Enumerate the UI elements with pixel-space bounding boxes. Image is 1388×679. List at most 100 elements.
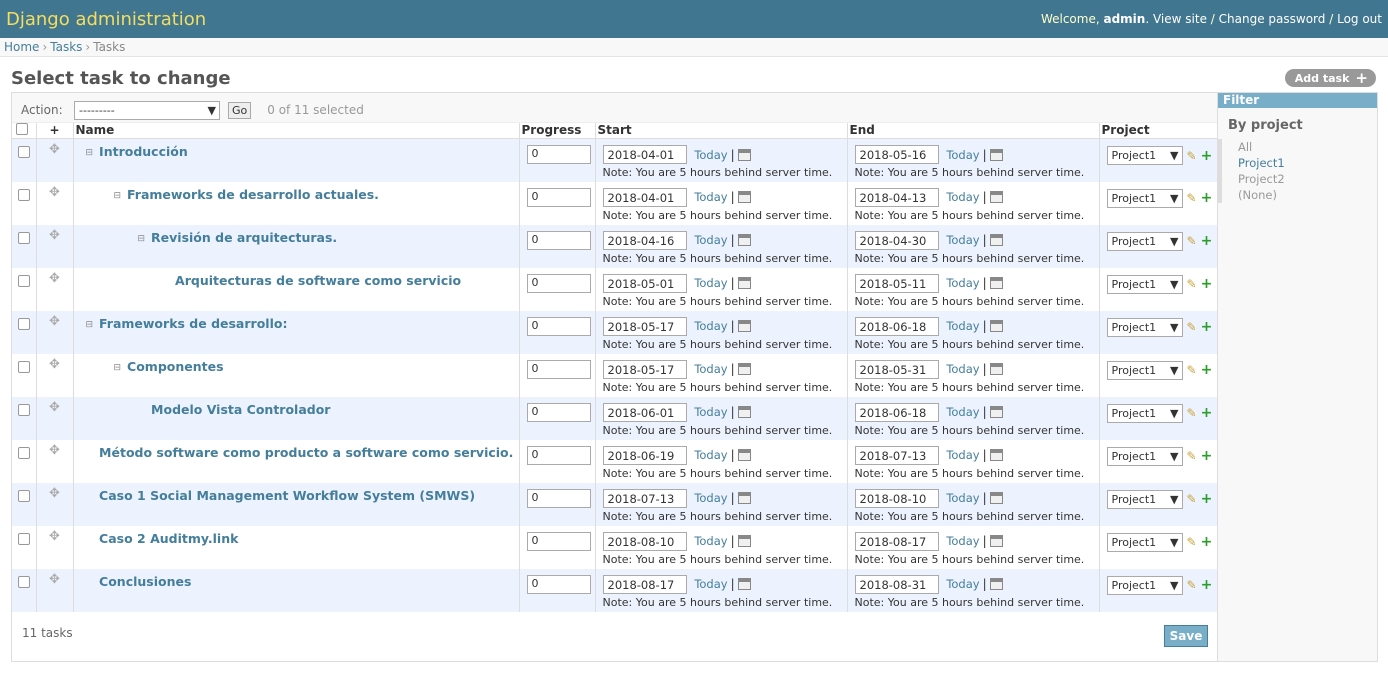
row-checkbox[interactable] — [18, 575, 30, 588]
today-link[interactable]: Today — [694, 405, 727, 419]
action-select[interactable]: --------- ▼ — [74, 100, 220, 120]
progress-input[interactable]: 0 — [526, 488, 591, 508]
row-checkbox[interactable] — [18, 446, 30, 459]
plus-icon[interactable]: + — [1201, 319, 1213, 335]
plus-icon[interactable]: + — [1201, 190, 1213, 206]
today-link[interactable]: Today — [946, 233, 979, 247]
pencil-icon[interactable]: ✎ — [1187, 277, 1197, 291]
project-select[interactable]: Project1 ▼ — [1106, 146, 1183, 165]
row-checkbox[interactable] — [18, 403, 30, 416]
calendar-icon[interactable] — [737, 277, 751, 289]
start-date-input[interactable]: 2018-04-01 — [602, 145, 687, 164]
move-icon[interactable]: ✥ — [39, 271, 71, 286]
today-link[interactable]: Today — [946, 448, 979, 462]
project-header[interactable]: Project — [1099, 123, 1219, 139]
calendar-icon[interactable] — [989, 535, 1003, 547]
filter-option[interactable]: Project1 — [1232, 155, 1377, 171]
calendar-icon[interactable] — [737, 535, 751, 547]
task-link[interactable]: Frameworks de desarrollo: — [99, 316, 287, 331]
row-checkbox[interactable] — [18, 274, 30, 287]
row-checkbox[interactable] — [18, 489, 30, 502]
calendar-icon[interactable] — [989, 406, 1003, 418]
end-date-input[interactable]: 2018-07-13 — [854, 445, 939, 465]
task-link[interactable]: Caso 2 Auditmy.link — [99, 531, 238, 546]
calendar-icon[interactable] — [989, 578, 1003, 590]
project-select[interactable]: Project1 ▼ — [1106, 231, 1183, 251]
end-date-input[interactable]: 2018-04-13 — [854, 187, 939, 207]
log-out-link[interactable]: Log out — [1337, 12, 1382, 26]
progress-input[interactable]: 0 — [526, 402, 591, 422]
calendar-icon[interactable] — [737, 191, 751, 203]
end-header[interactable]: End — [847, 123, 1100, 139]
plus-icon[interactable]: + — [1201, 148, 1213, 164]
plus-icon[interactable]: + — [1201, 448, 1213, 464]
progress-input[interactable]: 0 — [526, 316, 591, 336]
save-button[interactable]: Save — [1164, 625, 1208, 647]
move-icon[interactable]: ✥ — [39, 529, 71, 544]
calendar-icon[interactable] — [737, 320, 751, 332]
project-select[interactable]: Project1 ▼ — [1106, 274, 1183, 294]
start-date-input[interactable]: 2018-07-13 — [602, 488, 687, 508]
pencil-icon[interactable]: ✎ — [1187, 535, 1197, 549]
today-link[interactable]: Today — [694, 491, 727, 505]
select-all-checkbox[interactable] — [16, 123, 28, 135]
collapse-icon[interactable]: ⊟ — [86, 148, 94, 158]
progress-input[interactable]: 0 — [526, 359, 591, 379]
project-select[interactable]: Project1 ▼ — [1106, 532, 1183, 552]
calendar-icon[interactable] — [989, 492, 1003, 504]
today-link[interactable]: Today — [946, 577, 979, 591]
move-icon[interactable]: ✥ — [39, 486, 71, 501]
project-select[interactable]: Project1 ▼ — [1106, 575, 1183, 595]
plus-icon[interactable]: + — [1201, 362, 1213, 378]
progress-input[interactable]: 0 — [526, 574, 591, 594]
filter-option[interactable]: (None) — [1232, 187, 1377, 203]
project-select[interactable]: Project1 ▼ — [1106, 317, 1183, 337]
today-link[interactable]: Today — [946, 491, 979, 505]
task-link[interactable]: Método software como producto a software… — [99, 445, 513, 460]
filter-option[interactable]: Project2 — [1232, 171, 1377, 187]
start-header[interactable]: Start — [595, 123, 848, 139]
move-icon[interactable]: ✥ — [39, 142, 71, 157]
progress-input[interactable]: 0 — [526, 445, 591, 465]
site-brand[interactable]: Django administration — [6, 9, 206, 30]
calendar-icon[interactable] — [989, 320, 1003, 332]
start-date-input[interactable]: 2018-06-01 — [602, 402, 687, 422]
plus-icon[interactable]: + — [1201, 534, 1213, 550]
filter-option[interactable]: All — [1232, 139, 1377, 155]
collapse-icon[interactable]: ⊟ — [86, 320, 94, 330]
task-link[interactable]: Conclusiones — [99, 574, 191, 589]
today-link[interactable]: Today — [946, 276, 979, 290]
today-link[interactable]: Today — [694, 577, 727, 591]
row-checkbox[interactable] — [18, 317, 30, 330]
progress-input[interactable]: 0 — [526, 145, 591, 164]
project-select[interactable]: Project1 ▼ — [1106, 188, 1183, 208]
go-button[interactable]: Go — [228, 101, 252, 119]
name-header[interactable]: Name — [73, 123, 520, 139]
plus-icon[interactable]: + — [1201, 577, 1213, 593]
row-checkbox[interactable] — [18, 532, 30, 545]
end-date-input[interactable]: 2018-04-30 — [854, 230, 939, 250]
pencil-icon[interactable]: ✎ — [1187, 492, 1197, 506]
plus-icon[interactable]: + — [1201, 233, 1213, 249]
row-checkbox[interactable] — [18, 188, 30, 201]
project-select[interactable]: Project1 ▼ — [1106, 403, 1183, 423]
today-link[interactable]: Today — [694, 148, 727, 162]
view-site-link[interactable]: View site — [1153, 12, 1207, 26]
calendar-icon[interactable] — [737, 449, 751, 461]
end-date-input[interactable]: 2018-06-18 — [854, 402, 939, 422]
start-date-input[interactable]: 2018-04-01 — [602, 187, 687, 207]
pencil-icon[interactable]: ✎ — [1187, 363, 1197, 377]
move-icon[interactable]: ✥ — [39, 314, 71, 329]
move-icon[interactable]: ✥ — [39, 443, 71, 458]
change-password-link[interactable]: Change password — [1219, 12, 1326, 26]
calendar-icon[interactable] — [989, 449, 1003, 461]
calendar-icon[interactable] — [989, 148, 1003, 161]
start-date-input[interactable]: 2018-06-19 — [602, 445, 687, 465]
plus-icon[interactable]: + — [1201, 491, 1213, 507]
collapse-icon[interactable]: ⊟ — [138, 234, 146, 244]
end-date-input[interactable]: 2018-08-17 — [854, 531, 939, 551]
plus-icon[interactable]: + — [1201, 276, 1213, 292]
today-link[interactable]: Today — [694, 362, 727, 376]
today-link[interactable]: Today — [694, 319, 727, 333]
calendar-icon[interactable] — [737, 148, 751, 161]
